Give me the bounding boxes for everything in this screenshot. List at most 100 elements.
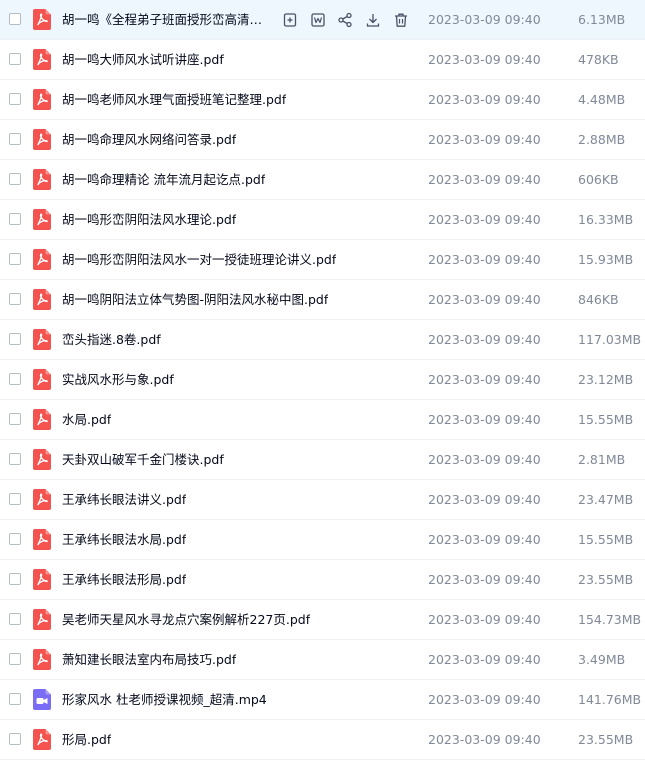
row-checkbox[interactable]: [9, 173, 21, 185]
pdf-file-icon: [33, 729, 51, 750]
row-checkbox[interactable]: [9, 453, 21, 465]
file-row[interactable]: 萧知建长眼法室内布局技巧.pdf 2023-03-09 09:40 3.49MB: [0, 640, 645, 680]
row-checkbox[interactable]: [9, 133, 21, 145]
file-row[interactable]: 胡一鸣命理精论 流年流月起讫点.pdf 2023-03-09 09:40 606KB: [0, 160, 645, 200]
file-row[interactable]: 王承纬长眼法水局.pdf 2023-03-09 09:40 15.55MB: [0, 520, 645, 560]
file-name[interactable]: 胡一鸣形峦阴阳法风水一对一授徒班理论讲义.pdf: [62, 240, 336, 280]
row-checkbox[interactable]: [9, 613, 21, 625]
file-size: 2.81MB: [578, 452, 626, 467]
file-name[interactable]: 胡一鸣命理精论 流年流月起讫点.pdf: [62, 160, 265, 200]
row-checkbox[interactable]: [9, 333, 21, 345]
file-date: 2023-03-09 09:40: [428, 452, 541, 467]
row-checkbox[interactable]: [9, 413, 21, 425]
file-size: 478KB: [578, 52, 619, 67]
file-size: 15.55MB: [578, 412, 634, 427]
file-row[interactable]: 胡一鸣大师风水试听讲座.pdf 2023-03-09 09:40 478KB: [0, 40, 645, 80]
file-row[interactable]: 吴老师天星风水寻龙点穴案例解析227页.pdf 2023-03-09 09:40 1…: [0, 600, 645, 640]
file-date: 2023-03-09 09:40: [428, 212, 541, 227]
pdf-file-icon: [33, 409, 51, 430]
collect-icon[interactable]: [281, 11, 299, 29]
row-checkbox[interactable]: [9, 213, 21, 225]
row-checkbox[interactable]: [9, 253, 21, 265]
file-row[interactable]: 形局.pdf 2023-03-09 09:40 23.55MB: [0, 720, 645, 760]
file-date: 2023-03-09 09:40: [428, 412, 541, 427]
row-checkbox[interactable]: [9, 293, 21, 305]
file-name[interactable]: 实战风水形与象.pdf: [62, 360, 174, 400]
file-name[interactable]: 峦头指迷.8卷.pdf: [62, 320, 161, 360]
file-row[interactable]: 峦头指迷.8卷.pdf 2023-03-09 09:40 117.03MB: [0, 320, 645, 360]
pdf-file-icon: [33, 89, 51, 110]
pdf-file-icon: [33, 9, 51, 30]
file-date: 2023-03-09 09:40: [428, 732, 541, 747]
pdf-file-icon: [33, 209, 51, 230]
file-name[interactable]: 胡一鸣形峦阴阳法风水理论.pdf: [62, 200, 236, 240]
pdf-file-icon: [33, 649, 51, 670]
file-name[interactable]: 形家风水 杜老师授课视频_超清.mp4: [62, 680, 267, 720]
file-row[interactable]: 胡一鸣《全程弟子班面授形峦高清讲义》.pdf 2023-03-09 09:40 6.…: [0, 0, 645, 40]
file-name[interactable]: 胡一鸣阴阳法立体气势图-阴阳法风水秘中图.pdf: [62, 280, 328, 320]
file-date: 2023-03-09 09:40: [428, 652, 541, 667]
file-date: 2023-03-09 09:40: [428, 92, 541, 107]
file-row[interactable]: 胡一鸣老师风水理气面授班笔记整理.pdf 2023-03-09 09:40 4.48…: [0, 80, 645, 120]
pdf-file-icon: [33, 49, 51, 70]
pdf-file-icon: [33, 569, 51, 590]
file-name[interactable]: 萧知建长眼法室内布局技巧.pdf: [62, 640, 236, 680]
pdf-file-icon: [33, 329, 51, 350]
pdf-file-icon: [33, 529, 51, 550]
file-row[interactable]: 水局.pdf 2023-03-09 09:40 15.55MB: [0, 400, 645, 440]
video-file-icon: [33, 689, 51, 710]
open-in-pdf-icon[interactable]: [309, 11, 327, 29]
pdf-file-icon: [33, 369, 51, 390]
file-size: 141.76MB: [578, 692, 642, 707]
file-name[interactable]: 水局.pdf: [62, 400, 111, 440]
delete-icon[interactable]: [392, 11, 410, 29]
file-name[interactable]: 胡一鸣大师风水试听讲座.pdf: [62, 40, 224, 80]
row-checkbox[interactable]: [9, 693, 21, 705]
file-size: 23.55MB: [578, 572, 634, 587]
row-checkbox[interactable]: [9, 93, 21, 105]
file-name[interactable]: 胡一鸣命理风水网络问答录.pdf: [62, 120, 236, 160]
file-name[interactable]: 吴老师天星风水寻龙点穴案例解析227页.pdf: [62, 600, 310, 640]
file-size: 15.55MB: [578, 532, 634, 547]
file-size: 23.55MB: [578, 732, 634, 747]
file-name[interactable]: 胡一鸣老师风水理气面授班笔记整理.pdf: [62, 80, 286, 120]
file-row[interactable]: 胡一鸣形峦阴阳法风水理论.pdf 2023-03-09 09:40 16.33MB: [0, 200, 645, 240]
pdf-file-icon: [33, 129, 51, 150]
file-name[interactable]: 王承纬长眼法讲义.pdf: [62, 480, 186, 520]
file-row[interactable]: 胡一鸣阴阳法立体气势图-阴阳法风水秘中图.pdf 2023-03-09 09:40…: [0, 280, 645, 320]
file-size: 16.33MB: [578, 212, 634, 227]
file-row[interactable]: 天卦双山破军千金门楼诀.pdf 2023-03-09 09:40 2.81MB: [0, 440, 645, 480]
file-date: 2023-03-09 09:40: [428, 692, 541, 707]
share-icon[interactable]: [336, 11, 354, 29]
file-date: 2023-03-09 09:40: [428, 252, 541, 267]
file-size: 2.88MB: [578, 132, 626, 147]
row-checkbox[interactable]: [9, 13, 21, 25]
row-checkbox[interactable]: [9, 733, 21, 745]
file-row[interactable]: 形家风水 杜老师授课视频_超清.mp4 2023-03-09 09:40 141.7…: [0, 680, 645, 720]
row-checkbox[interactable]: [9, 573, 21, 585]
file-name[interactable]: 天卦双山破军千金门楼诀.pdf: [62, 440, 224, 480]
file-name[interactable]: 形局.pdf: [62, 720, 111, 760]
file-row[interactable]: 王承纬长眼法讲义.pdf 2023-03-09 09:40 23.47MB: [0, 480, 645, 520]
row-checkbox[interactable]: [9, 533, 21, 545]
file-row[interactable]: 胡一鸣形峦阴阳法风水一对一授徒班理论讲义.pdf 2023-03-09 09:40…: [0, 240, 645, 280]
row-checkbox[interactable]: [9, 653, 21, 665]
pdf-file-icon: [33, 609, 51, 630]
file-name[interactable]: 王承纬长眼法水局.pdf: [62, 520, 186, 560]
row-checkbox[interactable]: [9, 373, 21, 385]
file-size: 23.47MB: [578, 492, 634, 507]
download-icon[interactable]: [364, 11, 382, 29]
file-size: 23.12MB: [578, 372, 634, 387]
file-name[interactable]: 胡一鸣《全程弟子班面授形峦高清讲义》.pdf: [62, 0, 268, 40]
file-size: 606KB: [578, 172, 619, 187]
file-row[interactable]: 胡一鸣命理风水网络问答录.pdf 2023-03-09 09:40 2.88MB: [0, 120, 645, 160]
pdf-file-icon: [33, 169, 51, 190]
file-date: 2023-03-09 09:40: [428, 132, 541, 147]
row-checkbox[interactable]: [9, 493, 21, 505]
row-checkbox[interactable]: [9, 53, 21, 65]
file-row[interactable]: 王承纬长眼法形局.pdf 2023-03-09 09:40 23.55MB: [0, 560, 645, 600]
pdf-file-icon: [33, 489, 51, 510]
file-name[interactable]: 王承纬长眼法形局.pdf: [62, 560, 186, 600]
file-row[interactable]: 实战风水形与象.pdf 2023-03-09 09:40 23.12MB: [0, 360, 645, 400]
file-size: 846KB: [578, 292, 619, 307]
